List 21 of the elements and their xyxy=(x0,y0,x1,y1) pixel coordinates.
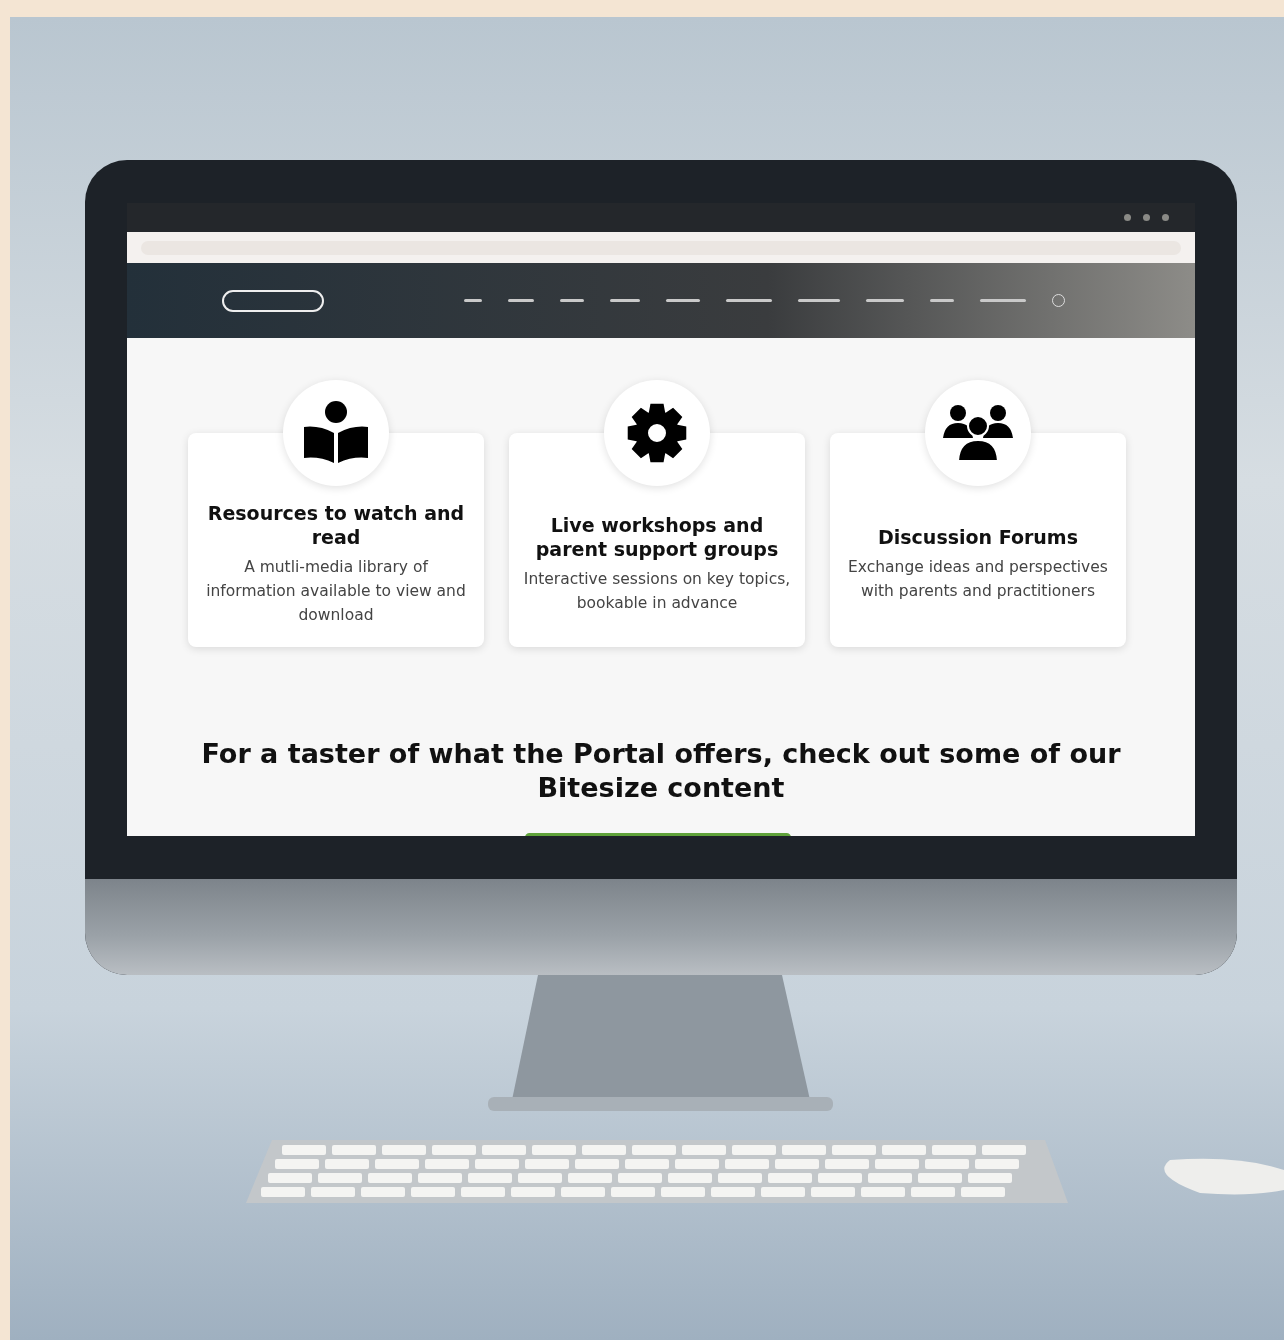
teaser-heading: For a taster of what the Portal offers, check out some of our Bitesize content xyxy=(200,737,1122,805)
card-description: Exchange ideas and perspectives with parents and practitioners xyxy=(847,557,1109,602)
reading-person-icon xyxy=(303,401,369,465)
blurred-nav-link[interactable] xyxy=(508,299,534,302)
card-title: Discussion Forums xyxy=(878,525,1078,549)
blurred-nav-link[interactable] xyxy=(866,299,904,302)
card-title: Live workshops and parent support groups xyxy=(534,513,780,561)
blurred-nav-link[interactable] xyxy=(666,299,700,302)
blurred-nav-link[interactable] xyxy=(726,299,772,302)
blurred-nav-link[interactable] xyxy=(980,299,1026,302)
blurred-nav-link[interactable] xyxy=(930,299,954,302)
card-description: A mutli-media library of information available to view and download xyxy=(205,557,467,626)
blurred-nav-link[interactable] xyxy=(560,299,584,302)
card-description: Interactive sessions on key topics, bookable in advance xyxy=(523,569,791,614)
blurred-nav-link[interactable] xyxy=(610,299,640,302)
blurred-nav-link[interactable] xyxy=(464,299,482,302)
people-group-icon xyxy=(943,404,1013,462)
gear-icon xyxy=(626,402,688,464)
logo-outline[interactable] xyxy=(222,289,324,312)
card-title: Resources to watch and read xyxy=(206,501,466,549)
blurred-nav-link[interactable] xyxy=(798,299,840,302)
